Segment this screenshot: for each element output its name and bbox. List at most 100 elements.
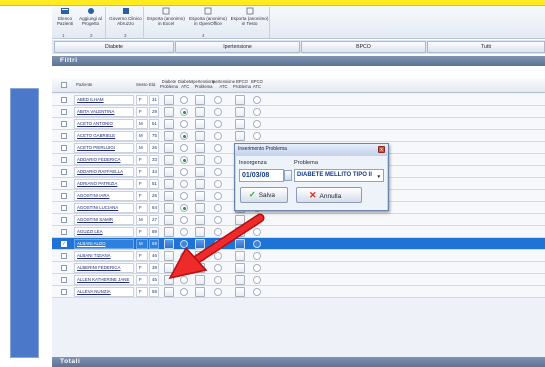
row-checkbox[interactable] [61, 181, 67, 187]
ipertensione-atc-indicator[interactable] [214, 288, 222, 296]
bpco-atc-indicator[interactable] [253, 288, 261, 296]
row-checkbox[interactable] [61, 229, 67, 235]
col-ipertensione-atc[interactable]: Ipertensione ATC [212, 79, 235, 89]
ipertensione-problema-cell[interactable] [195, 287, 205, 297]
patient-name-link[interactable]: AGOSTINI SAMIR [74, 215, 134, 225]
ipertensione-problema-cell[interactable] [195, 155, 205, 165]
ipertensione-problema-cell[interactable] [195, 179, 205, 189]
row-checkbox[interactable] [61, 193, 67, 199]
row-checkbox[interactable] [61, 253, 67, 259]
diabete-problema-cell[interactable] [164, 167, 174, 177]
bpco-problema-cell[interactable] [235, 131, 245, 141]
diabete-problema-cell[interactable] [164, 143, 174, 153]
elenco-pazienti-button[interactable]: Elenco Pazienti [54, 7, 76, 38]
bpco-problema-cell[interactable] [235, 119, 245, 129]
filters-bar[interactable]: Filtri [52, 56, 545, 66]
tab-diabete[interactable]: Diabete [54, 41, 174, 53]
col-paziente[interactable]: Paziente [76, 82, 92, 88]
col-bpco-atc[interactable]: BPCO ATC [251, 79, 263, 89]
row-checkbox[interactable] [61, 97, 67, 103]
row-checkbox[interactable] [61, 145, 67, 151]
ipertensione-atc-indicator[interactable] [214, 96, 222, 104]
col-eta[interactable]: Età [149, 82, 155, 88]
ipertensione-problema-cell[interactable] [195, 191, 205, 201]
col-diabete-atc[interactable]: Diabete ATC [178, 79, 192, 89]
ipertensione-atc-indicator[interactable] [214, 180, 222, 188]
ipertensione-atc-indicator[interactable] [214, 204, 222, 212]
row-checkbox[interactable] [61, 121, 67, 127]
bpco-problema-cell[interactable] [235, 95, 245, 105]
patient-name-link[interactable]: AGOSTINI IARA [74, 191, 134, 201]
diabete-atc-indicator[interactable] [180, 96, 188, 104]
bpco-atc-indicator[interactable] [253, 120, 261, 128]
bpco-atc-indicator[interactable] [253, 108, 261, 116]
table-row[interactable]: ALLEN KATHERINE JANE F 45 [52, 274, 545, 286]
diabete-atc-indicator[interactable] [180, 288, 188, 296]
diabete-atc-indicator[interactable] [180, 168, 188, 176]
row-checkbox[interactable] [61, 217, 67, 223]
select-all-checkbox[interactable] [61, 82, 67, 88]
patient-name-link[interactable]: ALBERINI FEDERICA [74, 263, 134, 273]
patient-name-link[interactable]: ADRIANO PATRIZIA [74, 179, 134, 189]
ipertensione-problema-cell[interactable] [195, 131, 205, 141]
patient-name-link[interactable]: ABITA VALENTINA [74, 107, 134, 117]
ipertensione-problema-cell[interactable] [195, 107, 205, 117]
diabete-problema-cell[interactable] [164, 179, 174, 189]
tab-tutti[interactable]: Tutti [427, 41, 545, 53]
patient-name-link[interactable]: AGUZZI LEA [74, 227, 134, 237]
row-checkbox[interactable] [61, 289, 67, 295]
patient-name-link[interactable]: ALBANI TIZIANA [74, 251, 134, 261]
row-checkbox[interactable] [61, 109, 67, 115]
col-diabete-problema[interactable]: Diabete Problema [160, 79, 178, 89]
row-checkbox[interactable] [61, 205, 67, 211]
diabete-problema-cell[interactable] [164, 155, 174, 165]
col-sesso[interactable]: Sesso [136, 82, 148, 88]
diabete-atc-indicator[interactable] [180, 108, 188, 116]
table-row[interactable]: ACETO ANTONIO M 51 [52, 118, 545, 130]
table-row[interactable]: ALLEVA NUNZIA F 59 [52, 286, 545, 298]
table-row[interactable]: ABITA VALENTINA F 29 [52, 106, 545, 118]
bpco-problema-cell[interactable] [235, 107, 245, 117]
col-bpco-problema[interactable]: BPCO Problema [233, 79, 251, 89]
row-checkbox[interactable] [61, 157, 67, 163]
cancel-button[interactable]: ✕ Annulla [296, 187, 362, 203]
ipertensione-atc-indicator[interactable] [214, 120, 222, 128]
patient-name-link[interactable]: AGOSTINI LUCIANA [74, 203, 134, 213]
totals-bar[interactable]: Totali [52, 357, 545, 367]
diabete-problema-cell[interactable] [164, 107, 174, 117]
table-row[interactable]: AGOSTINI SAMIR M 27 [52, 214, 545, 226]
ipertensione-problema-cell[interactable] [195, 119, 205, 129]
patient-name-link[interactable]: ACETO ANTONIO [74, 119, 134, 129]
diabete-atc-indicator[interactable] [180, 144, 188, 152]
diabete-problema-cell[interactable] [164, 191, 174, 201]
diabete-problema-cell[interactable] [164, 95, 174, 105]
ipertensione-atc-indicator[interactable] [214, 168, 222, 176]
ipertensione-atc-indicator[interactable] [214, 192, 222, 200]
row-checkbox[interactable] [61, 133, 67, 139]
patient-name-link[interactable]: ACETO GABRIELE [74, 131, 134, 141]
ipertensione-atc-indicator[interactable] [214, 144, 222, 152]
diabete-atc-indicator[interactable] [180, 192, 188, 200]
diabete-atc-indicator[interactable] [180, 120, 188, 128]
table-row[interactable]: AGUZZI LEA F 89 [52, 226, 545, 238]
diabete-problema-cell[interactable] [164, 287, 174, 297]
diabete-atc-indicator[interactable] [180, 132, 188, 140]
row-checkbox[interactable] [61, 169, 67, 175]
tab-bpco[interactable]: BPCO [301, 41, 426, 53]
bpco-atc-indicator[interactable] [253, 132, 261, 140]
row-checkbox[interactable] [61, 265, 67, 271]
problem-select[interactable]: DIABETE MELLITO TIPO II ▾ [294, 169, 384, 182]
patient-name-link[interactable]: ALBANI ALDO [74, 239, 134, 249]
ipertensione-problema-cell[interactable] [195, 143, 205, 153]
ipertensione-problema-cell[interactable] [195, 95, 205, 105]
ipertensione-atc-indicator[interactable] [214, 108, 222, 116]
patient-name-link[interactable]: ADDARIO FEDERICA [74, 155, 134, 165]
close-icon[interactable]: x [378, 146, 385, 153]
row-checkbox[interactable] [61, 277, 67, 283]
diabete-atc-indicator[interactable] [180, 156, 188, 164]
diabete-problema-cell[interactable] [164, 119, 174, 129]
ipertensione-problema-cell[interactable] [195, 167, 205, 177]
bpco-problema-cell[interactable] [235, 287, 245, 297]
diabete-atc-indicator[interactable] [180, 204, 188, 212]
row-checkbox[interactable]: ✓ [61, 241, 67, 247]
